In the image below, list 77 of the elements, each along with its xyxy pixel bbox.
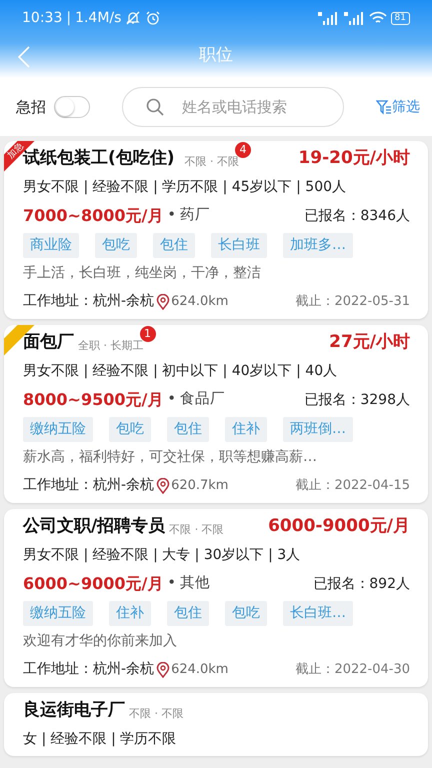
job-title: 试纸包装工(包吃住) [23,148,175,170]
job-type: 不限 · 不限 [129,706,184,720]
salary-range: 6000~9000元/月 [23,573,164,595]
signup-count: 已报名：3298人 [304,391,410,410]
tag-chip: 缴纳五险 [23,416,93,442]
requirements-text: 男女不限 | 经验不限 | 初中以下 | 40岁以下 | 40人 [23,362,338,381]
deadline-text: 截止：2022-04-15 [295,476,410,495]
requirements-text: 女 | 经验不限 | 学历不限 [23,730,178,749]
distance-text: 620.7km [171,476,228,495]
deadline-text: 截止：2022-05-31 [295,292,410,311]
search-field[interactable]: 姓名或电话搜索 [122,87,344,127]
tag-chip: 包住 [153,232,195,258]
bullet-separator: • [167,390,176,410]
urgent-toggle[interactable] [54,96,90,118]
bullet-separator: • [167,206,176,226]
work-address: 工作地址：杭州-余杭 [23,660,154,679]
work-address: 工作地址：杭州-余杭 [23,292,154,311]
hourly-rate: 27元/小时 [329,331,410,354]
industry-text: 其他 [180,574,210,594]
tag-chip: 商业险 [23,232,79,258]
job-card[interactable]: 加急 试纸包装工(包吃住) 不限 · 不限 4 19-20元/小时 男女不限 | 经验不限 | 学历不限 | 45岁以下 | 500人 7000~8000元/月 • 药厂 已报名：8346人 商业险 包吃 包住 长白班 加班多… 手上活，长白班，纯坐岗，干净，整洁 工作地址：杭州-余杭 624.0km 截止：2022-05-31 [4,141,428,319]
tag-chip: 包吃 [95,232,137,258]
status-time: 10:33 [22,8,62,28]
search-icon [146,98,164,116]
status-divider: | [66,8,72,28]
tag-chip: 住补 [109,600,151,626]
alarm-icon [145,10,162,26]
industry-text: 食品厂 [180,390,225,410]
work-address: 工作地址：杭州-余杭 [23,476,154,495]
job-card[interactable]: 良运街电子厂 不限 · 不限 女 | 经验不限 | 学历不限 [4,693,428,756]
tag-chip: 包吃 [109,416,151,442]
urgent-label: 急招 [16,96,46,118]
location-pin-icon [156,294,170,310]
salary-range: 8000~9500元/月 [23,389,164,411]
network-speed: 1.4M/s [75,8,122,28]
tag-chip: 缴纳五险 [23,600,93,626]
bullet-separator: • [167,574,176,594]
distance-text: 624.0km [171,660,228,679]
job-description: 薪水高，福利特好，可交社保，职等想赚高薪… [23,448,318,467]
salary-range: 7000~8000元/月 [23,205,164,227]
filter-icon [376,99,392,115]
hourly-rate: 19-20元/小时 [298,147,410,170]
signup-count: 已报名：892人 [313,575,410,594]
wifi-icon [368,11,387,25]
tag-chip: 长白班 [211,232,267,258]
page-title: 职位 [199,44,233,68]
location-pin-icon [156,662,170,678]
tag-chip: 包吃 [225,600,267,626]
signup-count: 已报名：8346人 [304,207,410,226]
battery-indicator: 81 [390,12,410,24]
tag-chip: 长白班… [283,600,353,626]
job-description: 欢迎有才华的你前来加入 [23,632,178,651]
mute-bell-icon [125,10,142,26]
job-type: 不限 · 不限 [169,522,224,536]
location-pin-icon [156,478,170,494]
deadline-text: 截止：2022-04-30 [295,660,410,679]
job-card[interactable]: 面包厂 全职 · 长期工 1 27元/小时 男女不限 | 经验不限 | 初中以下 | 40岁以下 | 40人 8000~9500元/月 • 食品厂 已报名：3298人 缴纳五险 包吃 包住 住补 两班倒… 薪水高，福利特好，可交社保，职等想赚高薪… 工作地址：杭州-余杭 620.7km 截止：2022-04-15 [4,325,428,503]
count-badge: 4 [235,142,252,158]
job-title: 公司文职/招聘专员 [23,515,166,538]
job-card[interactable]: 公司文职/招聘专员 不限 · 不限 6000-9000元/月 男女不限 | 经验不限 | 大专 | 30岁以下 | 3人 6000~9000元/月 • 其他 已报名：892人 缴纳五险 住补 包住 包吃 长白班… 欢迎有才华的你前来加入 工作地址：杭州-余杭 624.0km 截止：2022-04-30 [4,509,428,687]
job-title: 良运街电子厂 [23,699,125,722]
tag-chip: 包住 [167,416,209,442]
tag-chip: 住补 [225,416,267,442]
job-title: 面包厂 [23,331,74,354]
tag-chip: 两班倒… [283,416,353,442]
job-description: 手上活，长白班，纯坐岗，干净，整洁 [23,264,262,283]
hourly-rate: 6000-9000元/月 [268,515,410,538]
requirements-text: 男女不限 | 经验不限 | 大专 | 30岁以下 | 3人 [23,546,302,565]
industry-text: 药厂 [180,206,210,226]
tag-chip: 加班多… [283,232,353,258]
requirements-text: 男女不限 | 经验不限 | 学历不限 | 45岁以下 | 500人 [23,178,348,197]
search-input[interactable]: 姓名或电话搜索 [180,94,320,120]
distance-text: 624.0km [171,292,228,311]
tag-chip: 包住 [167,600,209,626]
signal-icon [342,11,365,25]
count-badge: 1 [140,326,156,342]
signal-icon [316,11,339,25]
